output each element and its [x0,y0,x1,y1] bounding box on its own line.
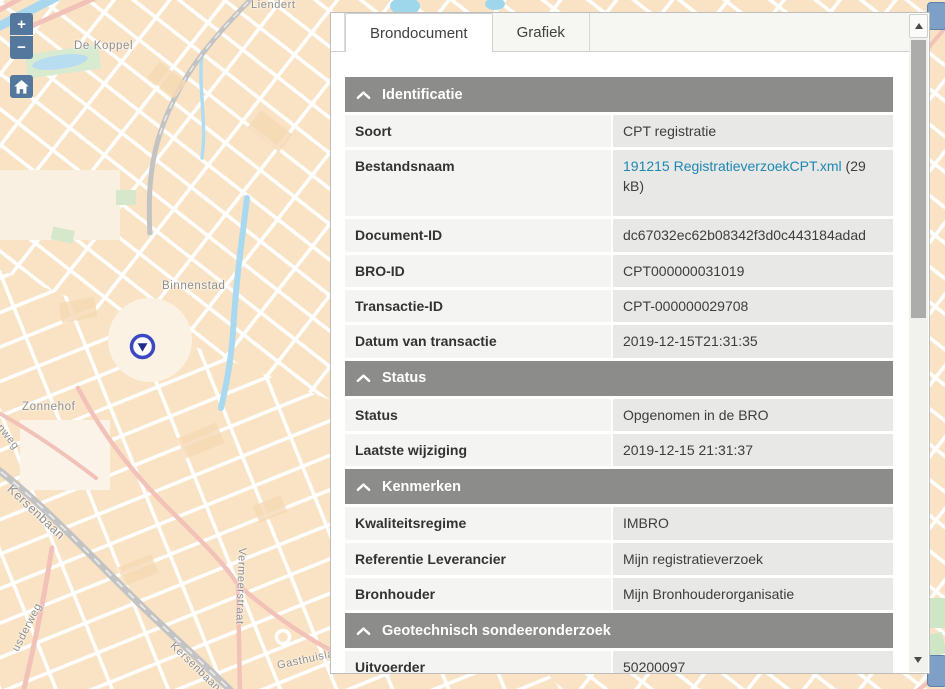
home-icon [13,79,30,95]
row-value: 50200097 [613,651,893,674]
detail-panel: BrondocumentGrafiek IdentificatieSoortCP… [330,12,930,674]
row-value: CPT-000000029708 [613,290,893,322]
table-row: Transactie-IDCPT-000000029708 [345,290,893,322]
row-label: Kwaliteitsregime [345,507,611,539]
tab-grafiek[interactable]: Grafiek [493,13,590,51]
tab-bar: BrondocumentGrafiek [331,13,909,52]
section-header[interactable]: Status [345,361,893,396]
section-title: Status [382,370,426,386]
row-value: 191215 RegistratieverzoekCPT.xml (29 kB) [613,150,893,216]
table-row: Datum van transactie2019-12-15T21:31:35 [345,325,893,357]
tabbar-notch [331,13,345,51]
map-marker[interactable] [129,333,156,360]
scrollbar-thumb[interactable] [911,40,926,318]
zoom-controls: + − [10,13,33,59]
section-title: Kenmerken [382,479,461,495]
chevron-up-icon [356,626,371,636]
section-header[interactable]: Kenmerken [345,469,893,504]
chevron-up-icon [356,373,371,383]
row-label: Uitvoerder [345,651,611,674]
home-button[interactable] [10,75,33,98]
section-header[interactable]: Identificatie [345,77,893,112]
section-header[interactable]: Geotechnisch sondeeronderzoek [345,613,893,648]
file-link[interactable]: 191215 RegistratieverzoekCPT.xml [623,158,842,174]
table-row: BronhouderMijn Bronhouderorganisatie [345,578,893,610]
table-row: Uitvoerder50200097 [345,651,893,674]
row-value: CPT registratie [613,115,893,147]
scroll-up-icon [915,23,923,29]
chevron-up-icon [356,482,371,492]
table-row: Laatste wijziging2019-12-15 21:31:37 [345,434,893,466]
table-row: BRO-IDCPT000000031019 [345,255,893,287]
row-value: IMBRO [613,507,893,539]
panel-scrollbar[interactable] [909,14,928,672]
row-label: Referentie Leverancier [345,543,611,575]
row-value: 2019-12-15T21:31:35 [613,325,893,357]
row-label: Status [345,399,611,431]
zoom-in-button[interactable]: + [10,13,33,35]
scroll-down-icon[interactable] [914,657,922,663]
row-value: CPT000000031019 [613,255,893,287]
row-label: Datum van transactie [345,325,611,357]
table-row: Document-IDdc67032ec62b08342f3d0c443184a… [345,219,893,251]
row-label: BRO-ID [345,255,611,287]
row-value: 2019-12-15 21:31:37 [613,434,893,466]
table-row: SoortCPT registratie [345,115,893,147]
row-label: Bestandsnaam [345,150,611,216]
row-value: Mijn registratieverzoek [613,543,893,575]
document-details: Identificatie SoortCPT registratieBestand… [345,77,893,674]
zoom-out-button[interactable]: − [10,36,33,59]
section-title: Identificatie [382,87,463,103]
row-label: Soort [345,115,611,147]
row-value: Opgenomen in de BRO [613,399,893,431]
row-value: Mijn Bronhouderorganisatie [613,578,893,610]
table-row: Bestandsnaam191215 RegistratieverzoekCPT… [345,150,893,216]
table-row: StatusOpgenomen in de BRO [345,399,893,431]
chevron-up-icon [356,90,371,100]
tab-brondocument[interactable]: Brondocument [345,13,493,52]
section-title: Geotechnisch sondeeronderzoek [382,623,611,639]
row-label: Bronhouder [345,578,611,610]
row-value: dc67032ec62b08342f3d0c443184adad [613,219,893,251]
row-label: Document-ID [345,219,611,251]
table-row: Referentie LeverancierMijn registratieve… [345,543,893,575]
row-label: Laatste wijziging [345,434,611,466]
row-label: Transactie-ID [345,290,611,322]
scroll-up-button[interactable] [909,14,928,38]
table-row: KwaliteitsregimeIMBRO [345,507,893,539]
